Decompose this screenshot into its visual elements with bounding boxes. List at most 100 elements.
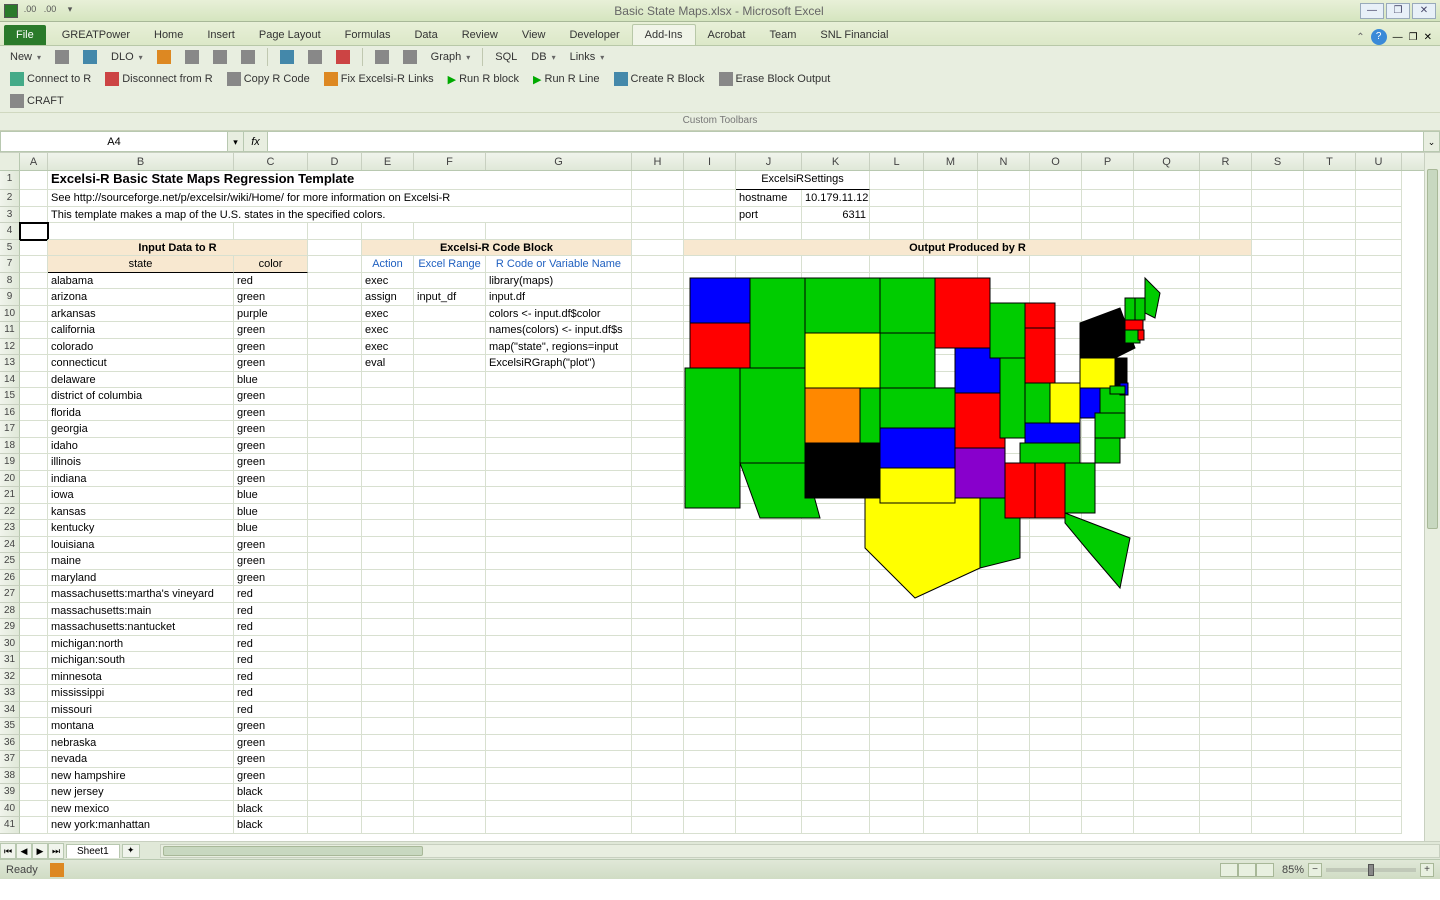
- cell[interactable]: [870, 586, 924, 603]
- cell[interactable]: [1134, 207, 1200, 224]
- cell[interactable]: [1252, 553, 1304, 570]
- row-header[interactable]: 36: [0, 735, 20, 752]
- cell[interactable]: [1030, 652, 1082, 669]
- cell[interactable]: [1200, 586, 1252, 603]
- cell[interactable]: [362, 405, 414, 422]
- cell[interactable]: [308, 636, 362, 653]
- cell[interactable]: red: [234, 619, 308, 636]
- cell[interactable]: [870, 652, 924, 669]
- cell[interactable]: [1200, 718, 1252, 735]
- cell[interactable]: [1030, 207, 1082, 224]
- cell[interactable]: [1082, 751, 1134, 768]
- cell[interactable]: [1082, 817, 1134, 834]
- cell[interactable]: [632, 487, 684, 504]
- cell[interactable]: [736, 553, 802, 570]
- cell[interactable]: illinois: [48, 454, 234, 471]
- cell[interactable]: eval: [362, 355, 414, 372]
- hscroll-thumb[interactable]: [163, 846, 423, 856]
- p-icon[interactable]: [151, 48, 177, 66]
- cell[interactable]: [978, 289, 1030, 306]
- cell[interactable]: [1356, 372, 1402, 389]
- tab-greatpower[interactable]: GREATPower: [50, 25, 142, 45]
- cell[interactable]: [486, 520, 632, 537]
- row-header[interactable]: 4: [0, 223, 20, 240]
- save-icon[interactable]: [77, 48, 103, 66]
- cell[interactable]: [486, 487, 632, 504]
- cell[interactable]: [978, 388, 1030, 405]
- cell[interactable]: [414, 306, 486, 323]
- cell[interactable]: [308, 454, 362, 471]
- cell[interactable]: [1030, 388, 1082, 405]
- cell[interactable]: [308, 223, 362, 240]
- cell[interactable]: [924, 171, 978, 190]
- cell[interactable]: [414, 355, 486, 372]
- cell[interactable]: [978, 223, 1030, 240]
- cell[interactable]: [870, 619, 924, 636]
- cell[interactable]: [924, 586, 978, 603]
- cell[interactable]: [978, 685, 1030, 702]
- cell[interactable]: [736, 289, 802, 306]
- cell[interactable]: [308, 801, 362, 818]
- cell[interactable]: [20, 817, 48, 834]
- cell[interactable]: [978, 702, 1030, 719]
- cell[interactable]: [308, 504, 362, 521]
- cell[interactable]: [978, 768, 1030, 785]
- cell[interactable]: [632, 652, 684, 669]
- cell[interactable]: [802, 652, 870, 669]
- cell[interactable]: [870, 487, 924, 504]
- cell[interactable]: [924, 702, 978, 719]
- erase-block-button[interactable]: Erase Block Output: [713, 70, 837, 88]
- cell[interactable]: [870, 520, 924, 537]
- cell[interactable]: [1356, 339, 1402, 356]
- cell[interactable]: [1082, 322, 1134, 339]
- cell[interactable]: [924, 273, 978, 290]
- row-header[interactable]: 24: [0, 537, 20, 554]
- cell[interactable]: [1304, 372, 1356, 389]
- cell[interactable]: michigan:south: [48, 652, 234, 669]
- cell[interactable]: [802, 273, 870, 290]
- cell[interactable]: [1356, 190, 1402, 207]
- cell[interactable]: district of columbia: [48, 388, 234, 405]
- tab-data[interactable]: Data: [402, 25, 449, 45]
- cell[interactable]: [736, 586, 802, 603]
- cell[interactable]: [736, 504, 802, 521]
- row-header[interactable]: 10: [0, 306, 20, 323]
- cell[interactable]: [1252, 421, 1304, 438]
- zoom-slider[interactable]: [1326, 868, 1416, 872]
- cell[interactable]: [308, 289, 362, 306]
- cell[interactable]: [924, 405, 978, 422]
- cell[interactable]: [362, 603, 414, 620]
- workbook-minimize-button[interactable]: —: [1393, 32, 1403, 43]
- cell[interactable]: [486, 438, 632, 455]
- cell[interactable]: [1082, 685, 1134, 702]
- cell[interactable]: [1134, 735, 1200, 752]
- cell[interactable]: [924, 751, 978, 768]
- cell[interactable]: [1134, 586, 1200, 603]
- cell[interactable]: [1252, 372, 1304, 389]
- cell[interactable]: [1356, 768, 1402, 785]
- cell[interactable]: [870, 171, 924, 190]
- cell[interactable]: [924, 603, 978, 620]
- row-header[interactable]: 13: [0, 355, 20, 372]
- page-break-view-button[interactable]: [1256, 863, 1274, 877]
- cell[interactable]: massachusetts:nantucket: [48, 619, 234, 636]
- cell[interactable]: [1200, 207, 1252, 224]
- cell[interactable]: [632, 405, 684, 422]
- cell[interactable]: [414, 405, 486, 422]
- cell[interactable]: [486, 504, 632, 521]
- cell[interactable]: [1082, 504, 1134, 521]
- cell[interactable]: [1356, 388, 1402, 405]
- cell[interactable]: [486, 751, 632, 768]
- cell[interactable]: massachusetts:main: [48, 603, 234, 620]
- cell[interactable]: [362, 438, 414, 455]
- cell[interactable]: [1082, 537, 1134, 554]
- cell[interactable]: [684, 372, 736, 389]
- cell[interactable]: green: [234, 751, 308, 768]
- cell[interactable]: [1082, 570, 1134, 587]
- cell[interactable]: [632, 240, 684, 257]
- cell[interactable]: [978, 586, 1030, 603]
- cell[interactable]: [1134, 702, 1200, 719]
- cell[interactable]: [802, 801, 870, 818]
- cell[interactable]: arkansas: [48, 306, 234, 323]
- cell[interactable]: [870, 256, 924, 273]
